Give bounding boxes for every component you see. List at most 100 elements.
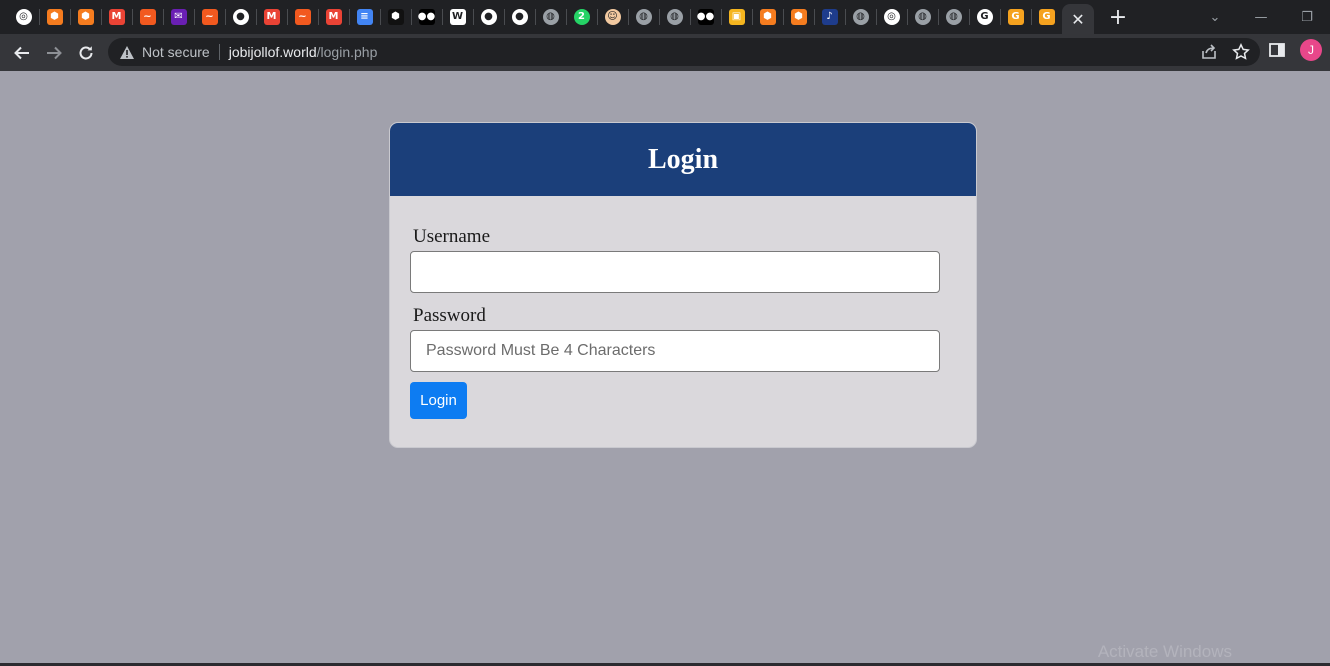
browser-tab[interactable]: W [442,0,473,34]
address-bar-actions [1200,43,1250,61]
globe-icon: ◍ [852,9,869,25]
browser-tab[interactable]: G [969,0,1000,34]
page-title: Login [647,143,719,175]
back-button[interactable] [6,37,38,69]
browser-tab[interactable]: ◎ [8,0,39,34]
browser-tab[interactable]: M [318,0,349,34]
g-orange-icon: G [1038,9,1055,25]
browser-tab[interactable]: ◍ [938,0,969,34]
address-bar[interactable]: Not secure jobijollof.world/login.php [108,38,1260,66]
browser-tab[interactable]: ● [225,0,256,34]
browser-tab[interactable]: ~ [194,0,225,34]
browser-tab[interactable]: ~ [132,0,163,34]
share-icon[interactable] [1200,43,1218,61]
g-orange-icon: G [1007,9,1024,25]
password-input[interactable] [410,330,940,372]
google-docs-icon: ≡ [356,9,373,25]
browser-tab[interactable]: ●● [690,0,721,34]
wikipedia-icon: W [449,9,466,25]
browser-tab[interactable]: ✉ [163,0,194,34]
new-tab-button[interactable]: + [1100,0,1136,34]
browser-tab[interactable]: ≡ [349,0,380,34]
yellow-box-icon: ▣ [728,9,745,25]
address-divider [218,44,220,60]
blue-app-icon: ♪ [821,9,838,25]
back-arrow-icon [14,46,29,59]
browser-tab[interactable]: ⬢ [783,0,814,34]
browser-tab[interactable]: M [256,0,287,34]
side-panel-icon[interactable] [1268,41,1286,59]
login-form: Username Password Login [410,196,940,419]
gmail-icon: M [325,9,342,25]
profile-avatar[interactable]: J [1300,39,1322,61]
login-card-header: Login [390,123,976,196]
gmail-icon: M [263,9,280,25]
url-host[interactable]: jobijollof.world [229,44,317,60]
chrome-icon: ◎ [883,9,900,25]
toolbar-right: J [1268,39,1322,61]
restore-button[interactable]: ❐ [1284,2,1330,32]
tab-list: ◎ ⬢ ⬢ M ~ ✉ ~ ● M ~ M ≡ ⬢ ●● W ● ● ◍ 2 ☺ ◍ ◍ ●● ▣ ⬢ ⬢ ♪ ◍ ◎ ◍ ◍ G G G ✕ + [0,0,1136,34]
browser-tab[interactable]: ⬢ [752,0,783,34]
purple-mail-icon: ✉ [170,9,187,25]
browser-tab[interactable]: ●● [411,0,442,34]
minimize-button[interactable]: — [1238,2,1284,32]
bookmark-star-icon[interactable] [1232,43,1250,61]
globe-icon: ◍ [666,9,683,25]
browser-tab[interactable]: ◍ [628,0,659,34]
window-controls: ⌄ — ❐ [1192,0,1330,34]
globe-icon: ◍ [914,9,931,25]
url-path[interactable]: /login.php [317,44,378,60]
github-icon: ● [480,9,497,25]
browser-tab[interactable]: ◍ [907,0,938,34]
globe-icon: ◍ [945,9,962,25]
page-viewport: Login Username Password Login Activate W… [0,71,1330,666]
forward-arrow-icon [47,46,62,59]
security-status-label[interactable]: Not secure [142,44,210,60]
browser-tab[interactable]: G [1031,0,1062,34]
active-tab[interactable]: ✕ [1062,4,1094,34]
browser-tab[interactable]: ◍ [845,0,876,34]
browser-tab[interactable]: G [1000,0,1031,34]
browser-tab[interactable]: ⬢ [380,0,411,34]
login-card: Login Username Password Login [389,122,977,448]
browser-tab[interactable]: ▣ [721,0,752,34]
orange-wave-icon: ~ [201,9,218,25]
password-label: Password [413,305,486,326]
gmail-icon: M [108,9,125,25]
globe-icon: ◍ [542,9,559,25]
browser-tab[interactable]: ~ [287,0,318,34]
browser-tab[interactable]: ● [504,0,535,34]
login-button[interactable]: Login [410,382,467,419]
forward-button[interactable] [38,37,70,69]
reload-button[interactable] [70,37,102,69]
orange-cube-icon: ⬢ [759,9,776,25]
browser-tab[interactable]: ◍ [659,0,690,34]
medium-icon: ●● [418,9,435,25]
tab-search-button[interactable]: ⌄ [1192,2,1238,32]
orange-wave-icon: ~ [139,9,156,25]
reload-icon [79,45,93,59]
avatar-face-icon: ☺ [604,9,621,25]
username-input[interactable] [410,251,940,293]
browser-toolbar: Not secure jobijollof.world/login.php J [0,34,1330,71]
hexagon-icon: ⬢ [387,9,404,25]
browser-tab[interactable]: ● [473,0,504,34]
close-tab-icon[interactable]: ✕ [1071,10,1084,29]
browser-tab[interactable]: 2 [566,0,597,34]
browser-tab[interactable]: M [101,0,132,34]
browser-tab[interactable]: ◎ [876,0,907,34]
browser-tab[interactable]: ♪ [814,0,845,34]
whatsapp-icon: 2 [573,9,590,25]
browser-tab[interactable]: ☺ [597,0,628,34]
warning-icon[interactable] [118,43,136,61]
browser-tab[interactable]: ◍ [535,0,566,34]
browser-tab[interactable]: ⬢ [39,0,70,34]
orange-wave-icon: ~ [294,9,311,25]
chrome-icon: ◎ [15,9,32,25]
browser-tab[interactable]: ⬢ [70,0,101,34]
username-label: Username [413,226,491,247]
activate-windows-watermark: Activate Windows [1097,642,1232,661]
globe-icon: ◍ [635,9,652,25]
orange-cube-icon: ⬢ [77,9,94,25]
